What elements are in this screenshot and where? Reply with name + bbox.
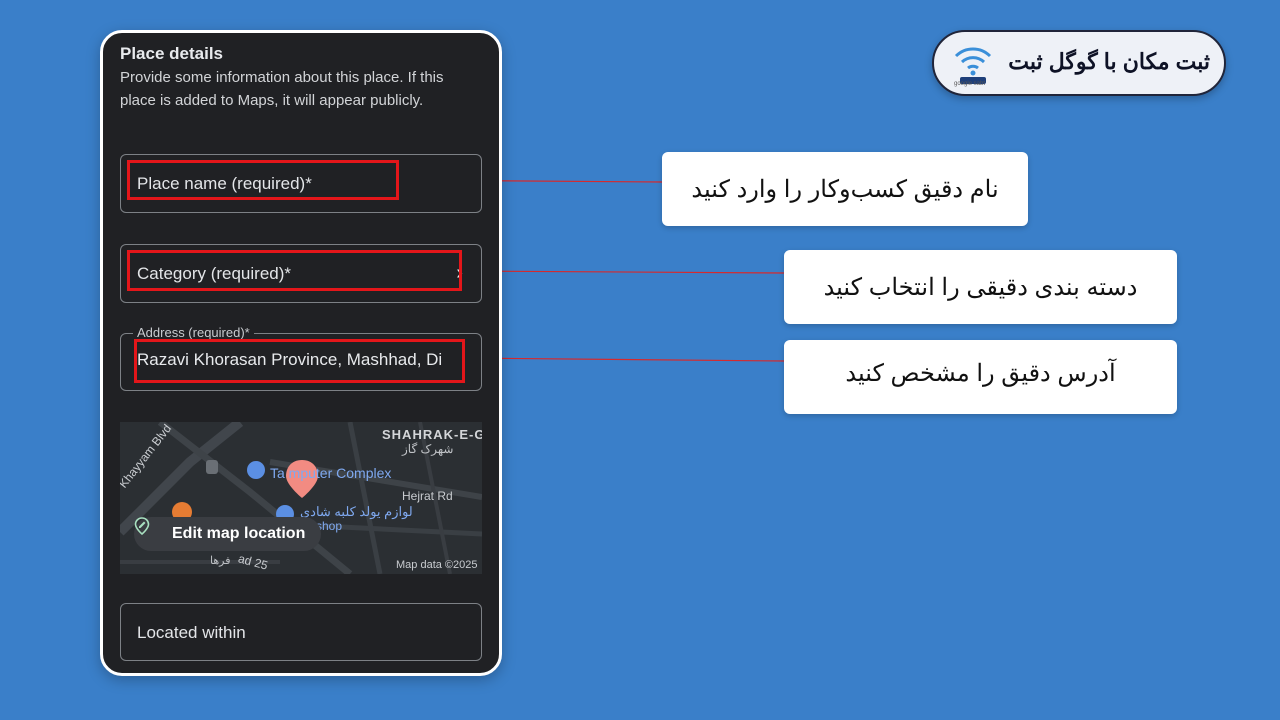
map-preview[interactable]: SHAHRAK-E-G شهرک گاز Ta mputer Complex H… xyxy=(120,422,482,574)
brand-badge: google sabt ثبت مکان با گوگل ثبت xyxy=(932,30,1226,96)
edit-map-location-button[interactable]: Edit map location xyxy=(134,517,322,551)
map-attribution: Map data ©2025 xyxy=(396,559,478,571)
map-label-district-fa: شهرک گاز xyxy=(402,442,454,456)
edit-map-location-label: Edit map location xyxy=(172,525,306,542)
highlight-category xyxy=(127,250,462,291)
callout-address: آدرس دقیق را مشخص کنید xyxy=(784,340,1177,414)
leader-line-address xyxy=(462,357,785,362)
edit-location-icon xyxy=(134,517,150,535)
callout-place-name: نام دقیق کسب‌وکار را وارد کنید xyxy=(662,152,1028,226)
highlight-address xyxy=(134,339,465,383)
leader-line-category xyxy=(459,270,785,274)
badge-title: ثبت مکان با گوگل ثبت xyxy=(1008,49,1210,74)
map-label-shop-fa: لوازم یولد کلبه شادی xyxy=(300,504,413,519)
map-label-street3: فرها xyxy=(210,555,231,567)
callout-category: دسته بندی دقیقی را انتخاب کنید xyxy=(784,250,1177,324)
map-label-complex: Ta mputer Complex xyxy=(270,465,392,481)
highlight-place-name xyxy=(127,160,399,200)
located-within-field[interactable]: Located within xyxy=(120,603,482,661)
place-details-panel: Place details Provide some information a… xyxy=(100,30,502,676)
map-label-street1: Hejrat Rd xyxy=(402,489,453,503)
badge-logo-caption: google sabt xyxy=(954,81,986,87)
map-label-district: SHAHRAK-E-G xyxy=(382,427,482,442)
address-label: Address (required)* xyxy=(133,325,254,340)
panel-title: Place details xyxy=(120,44,224,63)
located-within-label: Located within xyxy=(137,623,246,642)
panel-description: Provide some information about this plac… xyxy=(120,69,444,109)
